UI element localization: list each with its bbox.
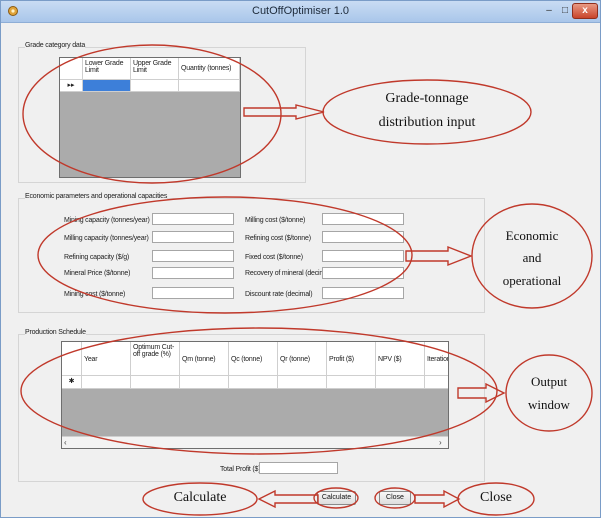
economic-annotation-line1: Economic bbox=[505, 228, 559, 243]
milling-capacity-label: Milling capacity (tonnes/year) bbox=[64, 235, 149, 242]
economic-annotation-line3: operational bbox=[502, 273, 562, 288]
prod-col-qr[interactable]: Qr (tonne) bbox=[278, 342, 327, 376]
prod-col-iterations[interactable]: Iterations bbox=[425, 342, 448, 376]
grade-category-label: Grade category data bbox=[25, 42, 86, 49]
calculate-button[interactable]: Calculate bbox=[317, 491, 356, 505]
close-window-button[interactable]: x bbox=[572, 3, 598, 19]
economic-annotation-line2: and bbox=[522, 250, 542, 265]
title-bar[interactable]: CutOffOptimiser 1.0 – □ x bbox=[1, 1, 600, 23]
arrow-close bbox=[414, 489, 461, 509]
mineral-price-label: Mineral Price ($/tonne) bbox=[64, 270, 131, 277]
grade-tonnage-annotation-line2: distribution input bbox=[378, 115, 476, 130]
refining-cost-field[interactable] bbox=[322, 231, 404, 243]
maximize-button[interactable]: □ bbox=[558, 3, 572, 19]
horizontal-scrollbar[interactable]: ‹ › bbox=[62, 436, 448, 448]
calculate-annotation: Calculate bbox=[173, 490, 227, 505]
prod-col-profit[interactable]: Profit ($) bbox=[327, 342, 376, 376]
prod-cell[interactable] bbox=[131, 376, 180, 389]
production-label: Production Schedule bbox=[25, 329, 86, 336]
refining-cost-label: Refining cost ($/tonne) bbox=[245, 235, 311, 242]
arrow-calculate bbox=[257, 489, 319, 509]
prod-cell[interactable] bbox=[180, 376, 229, 389]
scroll-right-icon[interactable]: › bbox=[439, 438, 442, 447]
mining-cost-field[interactable] bbox=[152, 287, 234, 299]
discount-rate-label: Discount rate (decimal) bbox=[245, 291, 313, 298]
mining-capacity-label: Mining capacity (tonnes/year) bbox=[64, 217, 150, 224]
grade-cell-quantity[interactable] bbox=[179, 80, 240, 92]
close-button[interactable]: Close bbox=[379, 491, 411, 505]
mining-capacity-field[interactable] bbox=[152, 213, 234, 225]
app-window: CutOffOptimiser 1.0 – □ x Grade category… bbox=[0, 0, 601, 518]
grade-grid-corner bbox=[60, 58, 83, 80]
grade-col-upper[interactable]: Upper Grade Limit bbox=[131, 58, 179, 80]
fixed-cost-label: Fixed cost ($/tonne) bbox=[245, 254, 303, 261]
prod-cell[interactable] bbox=[229, 376, 278, 389]
prod-col-npv[interactable]: NPV ($) bbox=[376, 342, 425, 376]
fixed-cost-field[interactable] bbox=[322, 250, 404, 262]
recovery-field[interactable] bbox=[322, 267, 404, 279]
prod-col-year[interactable]: Year bbox=[82, 342, 131, 376]
prod-cell[interactable] bbox=[327, 376, 376, 389]
grade-cell-lower[interactable] bbox=[83, 80, 131, 92]
production-grid[interactable]: Year Optimum Cut-off grade (%) Qm (tonne… bbox=[61, 341, 449, 449]
total-profit-label: Total Profit ($) bbox=[220, 466, 261, 473]
grade-tonnage-ellipse bbox=[322, 79, 532, 145]
grade-col-lower[interactable]: Lower Grade Limit bbox=[83, 58, 131, 80]
economic-label: Economic parameters and operational capa… bbox=[25, 193, 168, 200]
output-annotation-line2: window bbox=[528, 397, 570, 412]
prod-new-row-marker[interactable]: ✱ bbox=[62, 376, 82, 389]
prod-col-qc[interactable]: Qc (tonne) bbox=[229, 342, 278, 376]
grade-tonnage-annotation-line1: Grade-tonnage bbox=[385, 91, 469, 106]
prod-cell[interactable] bbox=[278, 376, 327, 389]
grade-cell-upper[interactable] bbox=[131, 80, 179, 92]
grade-row-marker[interactable]: ▸▸ bbox=[60, 80, 83, 92]
milling-cost-label: Milling cost ($/tonne) bbox=[245, 217, 306, 224]
mineral-price-field[interactable] bbox=[152, 267, 234, 279]
output-annotation-ellipse bbox=[505, 354, 593, 432]
prod-cell[interactable] bbox=[82, 376, 131, 389]
prod-col-qm[interactable]: Qm (tonne) bbox=[180, 342, 229, 376]
minimize-button[interactable]: – bbox=[542, 3, 556, 19]
milling-cost-field[interactable] bbox=[322, 213, 404, 225]
refining-capacity-label: Refining capacity ($/g) bbox=[64, 254, 130, 261]
grade-col-quantity[interactable]: Quantity (tonnes) bbox=[179, 58, 240, 80]
refining-capacity-field[interactable] bbox=[152, 250, 234, 262]
discount-rate-field[interactable] bbox=[322, 287, 404, 299]
window-title: CutOffOptimiser 1.0 bbox=[252, 5, 349, 17]
close-annotation: Close bbox=[480, 490, 512, 505]
milling-capacity-field[interactable] bbox=[152, 231, 234, 243]
total-profit-field[interactable] bbox=[259, 462, 338, 474]
prod-cell[interactable] bbox=[425, 376, 448, 389]
grade-grid[interactable]: Lower Grade Limit Upper Grade Limit Quan… bbox=[59, 57, 241, 178]
output-annotation-line1: Output bbox=[530, 374, 568, 389]
scroll-left-icon[interactable]: ‹ bbox=[64, 438, 67, 447]
prod-col-cutoff[interactable]: Optimum Cut-off grade (%) bbox=[131, 342, 180, 376]
prod-grid-corner bbox=[62, 342, 82, 376]
mining-cost-label: Mining cost ($/tonne) bbox=[64, 291, 126, 298]
prod-cell[interactable] bbox=[376, 376, 425, 389]
recovery-label: Recovery of mineral (decimal) bbox=[245, 270, 333, 277]
